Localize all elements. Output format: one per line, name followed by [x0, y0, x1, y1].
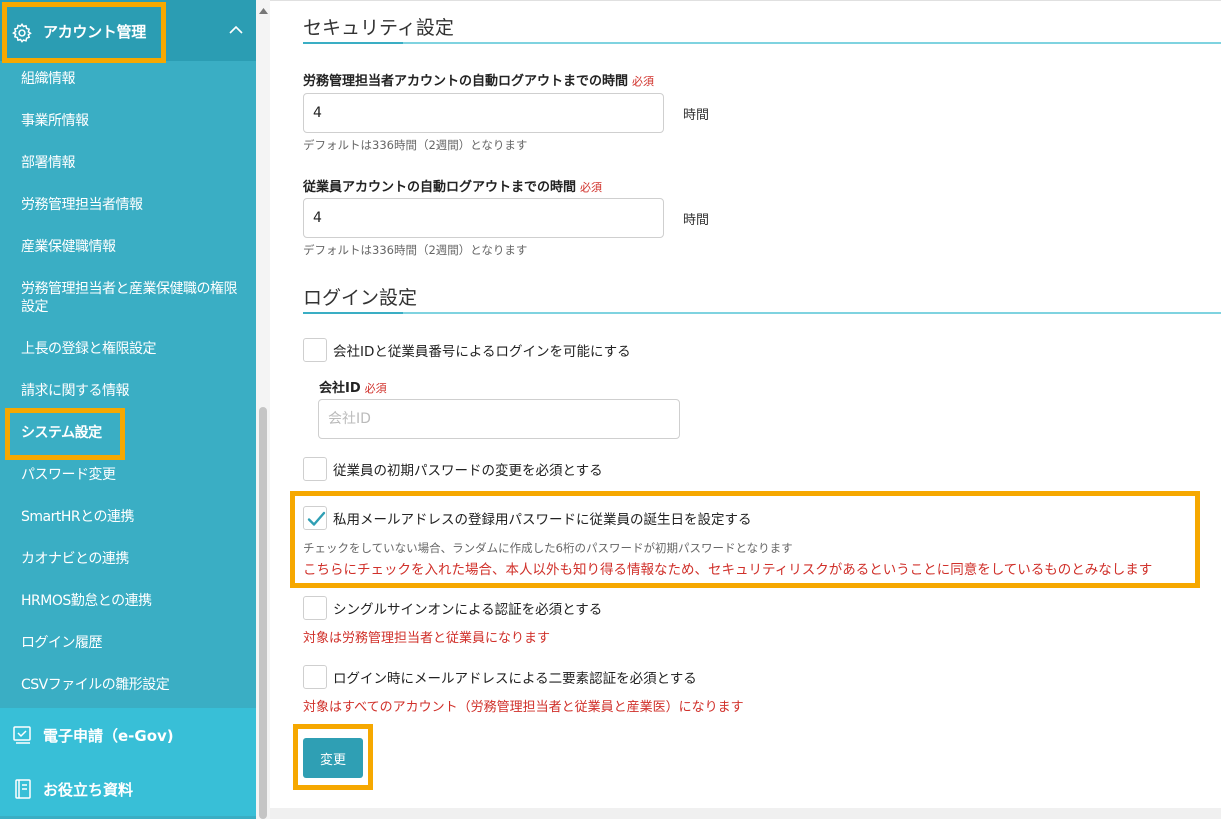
company-id-login-checkbox[interactable] — [303, 338, 327, 362]
sidebar-header-account-management[interactable]: アカウント管理 — [0, 0, 256, 63]
sidebar-item-office[interactable]: 事業所情報 — [21, 112, 89, 130]
required-badge: 必須 — [364, 382, 387, 395]
sidebar: アカウント管理 組織情報 事業所情報 部署情報 労務管理担当者情報 産業保健職情… — [0, 0, 256, 819]
company-id-input[interactable] — [318, 399, 680, 439]
scroll-up-arrow-icon[interactable] — [259, 8, 268, 14]
login-settings-title: ログイン設定 — [303, 287, 418, 309]
employee-logout-label: 従業員アカウントの自動ログアウトまでの時間 必須 — [303, 176, 602, 195]
admin-logout-label: 労務管理担当者アカウントの自動ログアウトまでの時間 必須 — [303, 70, 654, 89]
company-id-login-label: 会社IDと従業員番号によるログインを可能にする — [333, 344, 631, 360]
highlight-frame-system-settings — [5, 408, 125, 460]
scrollbar-thumb[interactable] — [259, 407, 267, 819]
sidebar-item-supervisor[interactable]: 上長の登録と権限設定 — [21, 340, 157, 358]
admin-logout-hint: デフォルトは336時間（2週間）となります — [303, 138, 528, 152]
sidebar-section-egov[interactable]: 電子申請（e-Gov) — [0, 708, 256, 762]
sidebar-section-resources-label: お役立ち資料 — [43, 781, 134, 799]
book-icon — [15, 779, 31, 799]
sso-label: シングルサインオンによる認証を必須とする — [333, 602, 603, 618]
sidebar-item-organization[interactable]: 組織情報 — [21, 70, 76, 88]
employee-logout-unit: 時間 — [683, 213, 710, 228]
admin-logout-hours-input[interactable] — [303, 93, 664, 133]
employee-logout-hours-input[interactable] — [303, 198, 664, 238]
main-content: セキュリティ設定 労務管理担当者アカウントの自動ログアウトまでの時間必須 時間 … — [270, 0, 1221, 808]
sidebar-item-csv-template[interactable]: CSVファイルの雛形設定 — [21, 676, 170, 694]
employee-logout-label-text: 従業員アカウントの自動ログアウトまでの時間 — [303, 180, 577, 195]
two-factor-label: ログイン時にメールアドレスによる二要素認証を必須とする — [333, 671, 697, 687]
highlight-frame-header — [2, 2, 166, 63]
employee-logout-hint: デフォルトは336時間（2週間）となります — [303, 243, 528, 257]
form-icon — [13, 726, 31, 744]
section-divider — [303, 42, 1221, 44]
chevron-up-icon[interactable] — [229, 25, 243, 35]
change-button[interactable]: 変更 — [303, 738, 363, 778]
sso-checkbox[interactable] — [303, 596, 327, 620]
sidebar-item-hrmos[interactable]: HRMOS勤怠との連携 — [21, 592, 152, 610]
sidebar-scrollbar[interactable] — [256, 0, 270, 819]
sidebar-item-password-change[interactable]: パスワード変更 — [21, 466, 116, 484]
admin-logout-label-text: 労務管理担当者アカウントの自動ログアウトまでの時間 — [303, 74, 629, 89]
sidebar-item-login-history[interactable]: ログイン履歴 — [21, 634, 103, 652]
section-divider — [303, 312, 1221, 314]
company-id-label-text: 会社ID — [319, 381, 361, 396]
sidebar-item-kaonavi[interactable]: カオナビとの連携 — [21, 550, 129, 568]
security-settings-title: セキュリティ設定 — [303, 17, 454, 39]
required-badge: 必須 — [632, 75, 655, 88]
sidebar-item-department[interactable]: 部署情報 — [21, 154, 76, 172]
sidebar-item-labor-admin[interactable]: 労務管理担当者情報 — [21, 196, 143, 214]
two-factor-checkbox[interactable] — [303, 665, 327, 689]
two-factor-note: 対象はすべてのアカウント（労務管理担当者と従業員と産業医）になります — [303, 700, 744, 715]
two-factor-option[interactable]: ログイン時にメールアドレスによる二要素認証を必須とする — [303, 665, 697, 689]
initial-password-label: 従業員の初期パスワードの変更を必須とする — [333, 463, 603, 479]
company-id-label: 会社ID 必須 — [319, 377, 387, 396]
sidebar-item-permission-settings[interactable]: 労務管理担当者と産業保健職の権限設定 — [21, 280, 246, 316]
company-id-login-option[interactable]: 会社IDと従業員番号によるログインを可能にする — [303, 338, 631, 362]
sidebar-section-resources[interactable]: お役立ち資料 — [0, 762, 256, 816]
sidebar-item-smarthr[interactable]: SmartHRとの連携 — [21, 508, 134, 526]
sidebar-item-billing[interactable]: 請求に関する情報 — [21, 382, 130, 400]
required-badge: 必須 — [580, 181, 603, 194]
initial-password-option[interactable]: 従業員の初期パスワードの変更を必須とする — [303, 457, 603, 481]
sso-option[interactable]: シングルサインオンによる認証を必須とする — [303, 596, 602, 620]
sso-note: 対象は労務管理担当者と従業員になります — [303, 631, 551, 646]
initial-password-checkbox[interactable] — [303, 457, 327, 481]
sidebar-section-egov-label: 電子申請（e-Gov) — [43, 727, 174, 745]
highlight-frame-birthday-password — [290, 491, 1200, 588]
sidebar-item-occupational-health[interactable]: 産業保健職情報 — [21, 238, 116, 256]
admin-logout-unit: 時間 — [683, 108, 710, 123]
